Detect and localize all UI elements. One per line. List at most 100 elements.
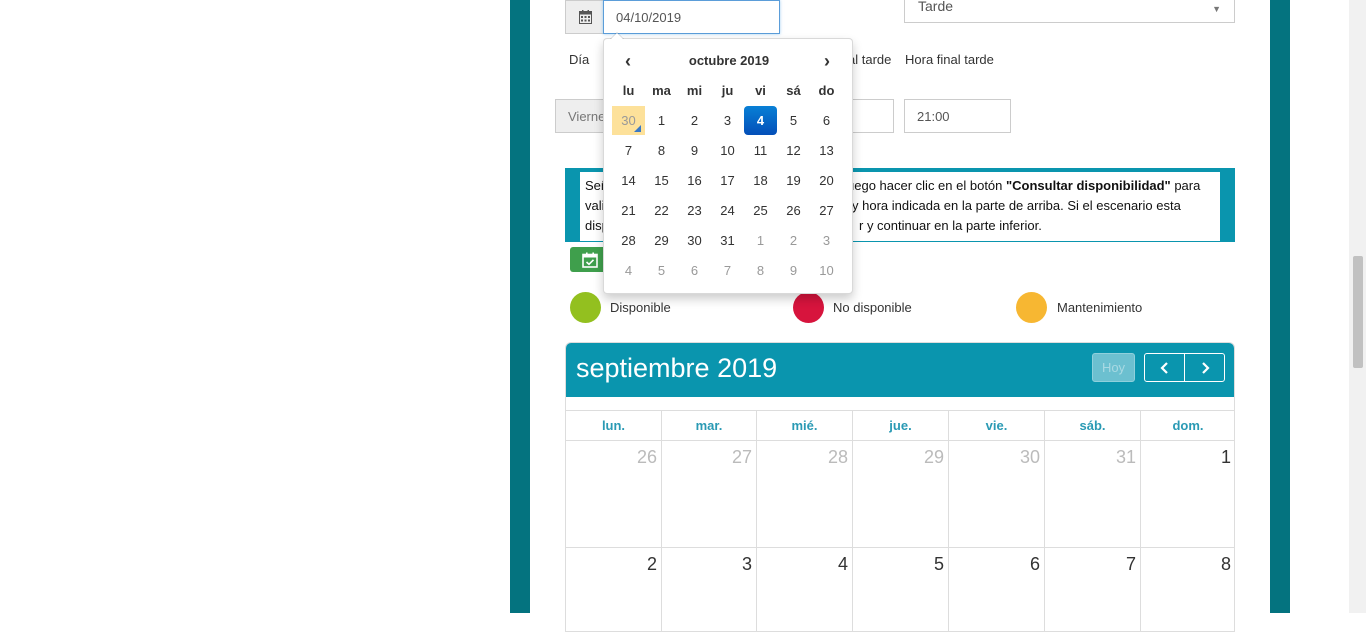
calendar-day-cell[interactable]: 4	[757, 548, 853, 631]
datepicker-prev-button[interactable]: ‹	[614, 51, 642, 71]
datepicker-day[interactable]: 12	[777, 136, 810, 165]
calendar-day-cell[interactable]: 7	[1045, 548, 1141, 631]
calendar-icon	[578, 10, 592, 24]
chevron-down-icon: ▼	[1212, 4, 1221, 14]
calendar-day-cell[interactable]: 27	[662, 441, 757, 548]
calendar-next-button[interactable]	[1184, 353, 1225, 382]
datepicker-day[interactable]: 2	[777, 226, 810, 255]
datepicker-day[interactable]: 3	[810, 226, 843, 255]
datepicker-day[interactable]: 28	[612, 226, 645, 255]
calendar-day-number: 1	[1220, 447, 1231, 467]
calendar-day-number: 6	[1029, 554, 1040, 574]
calendar-day-number: 30	[1019, 447, 1040, 467]
calendar-dow-header: mar.	[662, 410, 757, 441]
datepicker-day[interactable]: 25	[744, 196, 777, 225]
datepicker-day-selected[interactable]: 4	[744, 106, 777, 135]
info-line1-post: para	[1170, 178, 1201, 193]
page-scrollbar[interactable]	[1349, 0, 1366, 613]
datepicker-day[interactable]: 1	[645, 106, 678, 135]
calendar-day-cell[interactable]: 26	[566, 441, 662, 548]
datepicker-day[interactable]: 20	[810, 166, 843, 195]
info-line2-right: y hora indicada en la parte de arriba. S…	[852, 198, 1181, 213]
datepicker-day[interactable]: 27	[810, 196, 843, 225]
jornada-select-value: Tarde	[918, 0, 954, 14]
datepicker-day[interactable]: 13	[810, 136, 843, 165]
datepicker-dow: lu	[622, 83, 635, 98]
datepicker-day[interactable]: 23	[678, 196, 711, 225]
scrollbar-thumb[interactable]	[1353, 256, 1363, 368]
calendar-addon[interactable]	[565, 0, 604, 34]
calendar-day-cell[interactable]: 3	[662, 548, 757, 631]
legend-mantenimiento-label: Mantenimiento	[1057, 300, 1143, 315]
calendar-day-number: 8	[1220, 554, 1231, 574]
calendar-day-cell[interactable]: 30	[949, 441, 1045, 548]
calendar-day-cell[interactable]: 5	[853, 548, 949, 631]
datepicker-day[interactable]: 8	[744, 256, 777, 285]
calendar-day-number: 29	[923, 447, 944, 467]
datepicker-day[interactable]: 10	[711, 136, 744, 165]
legend-disponible-dot	[570, 292, 601, 323]
calendar-day-number: 4	[837, 554, 848, 574]
datepicker-day[interactable]: 7	[612, 136, 645, 165]
datepicker-day[interactable]: 5	[645, 256, 678, 285]
datepicker-day[interactable]: 8	[645, 136, 678, 165]
calendar-day-number: 2	[646, 554, 657, 574]
datepicker-day[interactable]: 7	[711, 256, 744, 285]
label-hora-final-tarde: Hora final tarde	[905, 52, 994, 67]
calendar-prev-button[interactable]	[1144, 353, 1185, 382]
datepicker-day[interactable]: 9	[777, 256, 810, 285]
datepicker-day[interactable]: 2	[678, 106, 711, 135]
today-button[interactable]: Hoy	[1092, 353, 1135, 382]
calendar-day-number: 31	[1115, 447, 1136, 467]
datepicker-day[interactable]: 5	[777, 106, 810, 135]
legend-no-disponible-dot	[793, 292, 824, 323]
datepicker-day[interactable]: 10	[810, 256, 843, 285]
datepicker-day[interactable]: 16	[678, 166, 711, 195]
datepicker-dow: ma	[652, 83, 671, 98]
hora-final-field[interactable]: 21:00	[904, 99, 1011, 133]
calendar-day-number: 7	[1125, 554, 1136, 574]
info-line1-pre: uego hacer clic en el botón	[847, 178, 1006, 193]
datepicker-title[interactable]: octubre 2019	[644, 53, 814, 68]
dia-field-value: Vierne	[568, 109, 606, 124]
datepicker-day[interactable]: 21	[612, 196, 645, 225]
datepicker-day[interactable]: 14	[612, 166, 645, 195]
info-line1-bold: "Consultar disponibilidad"	[1006, 178, 1171, 193]
datepicker-day[interactable]: 26	[777, 196, 810, 225]
datepicker-day[interactable]: 22	[645, 196, 678, 225]
datepicker-day[interactable]: 30	[678, 226, 711, 255]
calendar-day-cell[interactable]: 8	[1141, 548, 1234, 631]
calendar-day-cell[interactable]: 6	[949, 548, 1045, 631]
datepicker-day[interactable]: 18	[744, 166, 777, 195]
datepicker-day[interactable]: 15	[645, 166, 678, 195]
calendar-day-cell[interactable]: 28	[757, 441, 853, 548]
calendar-day-number: 27	[731, 447, 752, 467]
datepicker-day[interactable]: 19	[777, 166, 810, 195]
datepicker-day[interactable]: 6	[810, 106, 843, 135]
datepicker-day[interactable]: 6	[678, 256, 711, 285]
datepicker-day[interactable]: 31	[711, 226, 744, 255]
calendar-day-cell[interactable]: 29	[853, 441, 949, 548]
calendar-day-cell[interactable]: 2	[566, 548, 662, 631]
datepicker-dow: do	[818, 83, 835, 98]
calendar-day-number: 26	[636, 447, 657, 467]
datepicker-day[interactable]: 29	[645, 226, 678, 255]
legend-no-disponible-label: No disponible	[833, 300, 912, 315]
datepicker-day[interactable]: 11	[744, 136, 777, 165]
date-input[interactable]	[603, 0, 780, 34]
calendar-day-number: 28	[827, 447, 848, 467]
jornada-select[interactable]: Tarde ▼	[904, 0, 1235, 23]
chevron-right-icon	[1201, 361, 1210, 374]
datepicker-day[interactable]: 24	[711, 196, 744, 225]
datepicker-day[interactable]: 4	[612, 256, 645, 285]
datepicker-day[interactable]: 9	[678, 136, 711, 165]
calendar-title: septiembre 2019	[576, 353, 778, 383]
datepicker-next-button[interactable]: ›	[813, 51, 841, 71]
datepicker-day[interactable]: 3	[711, 106, 744, 135]
datepicker-day[interactable]: 17	[711, 166, 744, 195]
datepicker-dow: ju	[721, 83, 734, 98]
calendar-day-cell[interactable]: 31	[1045, 441, 1141, 548]
calendar-day-cell[interactable]: 1	[1141, 441, 1234, 548]
datepicker-day[interactable]: 1	[744, 226, 777, 255]
datepicker-day-today[interactable]: 30	[612, 106, 645, 135]
